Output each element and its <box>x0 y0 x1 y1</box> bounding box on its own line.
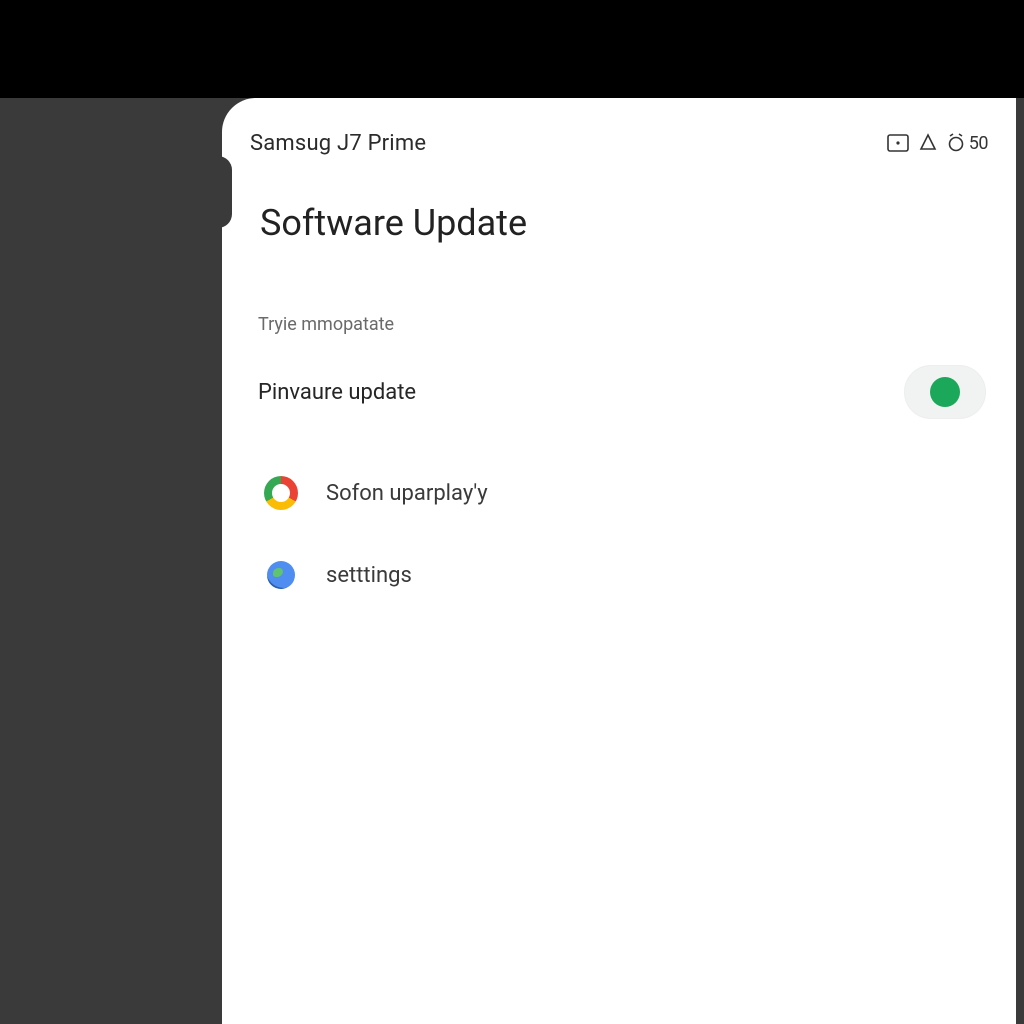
list-item-settings[interactable]: setttings <box>250 537 988 613</box>
page-title: Software Update <box>260 202 988 244</box>
device-name: Samsug J7 Prime <box>250 131 426 156</box>
app-list: Sofon uparplay'y setttings <box>250 455 988 613</box>
screenshot-icon <box>887 134 909 152</box>
firmware-update-row[interactable]: Pinvaure update <box>250 357 988 427</box>
section-label: Tryie mmopatate <box>258 314 988 335</box>
notification-icon <box>919 133 937 153</box>
status-icons: 50 <box>887 133 988 154</box>
alarm-icon <box>947 133 965 153</box>
system-top-bar <box>0 0 1024 98</box>
toggle-on-indicator-icon <box>930 377 960 407</box>
battery-percent: 50 <box>969 133 988 154</box>
list-item-label: setttings <box>326 563 412 588</box>
globe-icon <box>264 558 298 592</box>
firmware-update-toggle[interactable] <box>904 365 986 419</box>
chrome-icon <box>264 476 298 510</box>
settings-panel: Samsug J7 Prime <box>222 98 1016 1024</box>
firmware-update-label: Pinvaure update <box>258 380 416 405</box>
list-item-chrome[interactable]: Sofon uparplay'y <box>250 455 988 531</box>
battery-indicator: 50 <box>947 133 988 154</box>
status-bar: Samsug J7 Prime <box>250 122 988 164</box>
list-item-label: Sofon uparplay'y <box>326 481 488 506</box>
